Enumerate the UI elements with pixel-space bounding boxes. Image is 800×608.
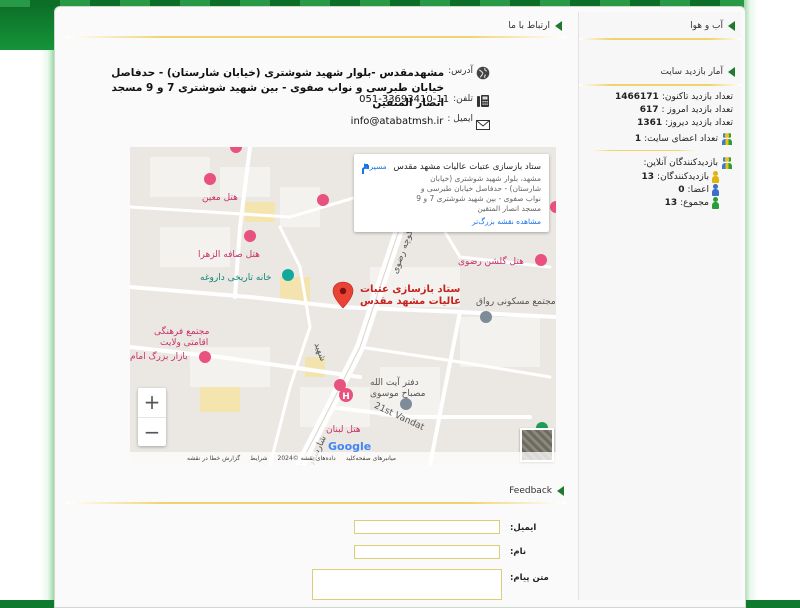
feedback-name-label: نام:: [510, 547, 527, 557]
map-card-title: ستاد بازسازی عتبات عالیات مشهد مقدس: [393, 162, 541, 172]
directions-icon: [362, 164, 369, 174]
feedback-message-label: متن پیام:: [510, 573, 549, 583]
online-row: بازدیدکنندگان آنلاین:: [643, 157, 733, 169]
divider: [66, 502, 566, 504]
email-label: ایمیل :: [447, 114, 473, 124]
today-visits-label: تعداد بازدید امروز :: [661, 105, 733, 115]
chevron-left-icon: [728, 21, 735, 31]
visitor-person-icon: [712, 171, 719, 183]
keyboard-shortcuts-link[interactable]: میانبرهای صفحه‌کلید: [346, 452, 396, 465]
online-visitors-row: بازدیدکنندگان: 13: [642, 171, 719, 183]
member-person-icon: [712, 184, 719, 196]
zoom-in-button[interactable]: +: [138, 388, 166, 417]
today-visits-value: 617: [639, 105, 659, 115]
right-decor-strip: [744, 0, 800, 600]
yesterday-visits-label: تعداد بازدید دیروز:: [665, 118, 733, 128]
svg-text:H: H: [342, 392, 350, 402]
map-label-darughe: خانه تاریخی داروغه: [200, 273, 272, 283]
total-visits-label: تعداد بازدید تاکنون:: [661, 92, 733, 102]
map-label-office-1: دفتر آیت الله: [370, 378, 419, 388]
feedback-header[interactable]: Feedback: [509, 481, 564, 501]
map-label-hotel-safa: هتل صافه الزهرا: [198, 250, 260, 260]
report-error-link[interactable]: گزارش خطا در نقشه: [187, 452, 240, 465]
divider: [579, 38, 741, 40]
feedback-message-input[interactable]: [312, 569, 502, 600]
map-info-card: ستاد بازسازی عتبات عالیات مشهد مقدس مشهد…: [354, 154, 549, 232]
members-label: تعداد اعضای سایت:: [644, 134, 718, 144]
map-attribution: میانبرهای صفحه‌کلید داده‌های نقشه ©2024 …: [130, 452, 556, 465]
zoom-out-button[interactable]: −: [138, 417, 166, 447]
map-label-hotel-moein: هتل معین: [202, 193, 238, 203]
total-person-icon: [712, 197, 719, 209]
yesterday-visits-row: تعداد بازدید دیروز: 1361: [637, 118, 733, 128]
map-label-bazaar: بازار بزرگ امام: [130, 352, 188, 362]
online-members-value: 0: [678, 185, 685, 195]
address-label: آدرس:: [448, 66, 473, 76]
map-label-cultural-2: اقامتی ولایت: [160, 338, 209, 348]
stats-title: آمار بازدید سایت: [660, 67, 723, 77]
group-users-icon: [721, 133, 733, 145]
map-label-hotel-lebanon: هتل لبنان: [326, 425, 361, 435]
contact-header[interactable]: ارتباط با ما: [508, 16, 562, 36]
email-row: ایمیل : info@atabatmsh.ir: [351, 114, 490, 132]
view-larger-map-link[interactable]: مشاهده نقشه بزرگ‌تر: [472, 217, 541, 226]
map-label-office-2: مصباح موسوی: [370, 389, 426, 399]
contact-title: ارتباط با ما: [508, 21, 550, 31]
online-members-label: اعضا:: [687, 185, 709, 195]
phone-row: تلفن: 051-33693410-11: [359, 94, 490, 108]
online-visitors-label: بازدیدکنندگان:: [657, 172, 709, 182]
online-visitors-value: 13: [641, 172, 655, 182]
online-label: بازدیدکنندگان آنلاین:: [643, 158, 718, 168]
online-total-label: مجموع:: [680, 198, 709, 208]
left-decor-strip: [0, 50, 54, 600]
members-value: 1: [634, 134, 642, 144]
today-visits-row: تعداد بازدید امروز : 617: [640, 105, 733, 115]
feedback-title: Feedback: [509, 486, 552, 496]
divider: [589, 150, 699, 151]
feedback-name-input[interactable]: [354, 545, 500, 559]
yesterday-visits-value: 1361: [637, 118, 663, 128]
members-row: تعداد اعضای سایت: 1: [635, 133, 733, 145]
weather-header[interactable]: آب و هوا: [690, 16, 735, 36]
stats-header[interactable]: آمار بازدید سایت: [660, 62, 735, 82]
sidebar: آب و هوا آمار بازدید سایت تعداد بازدید ت…: [578, 12, 741, 600]
pin-label-2: عالیات مشهد مقدس: [360, 296, 461, 307]
map-label-hotel-golshan: هتل گلشن رضوی: [458, 257, 524, 267]
phone-label: تلفن:: [453, 94, 473, 104]
divider: [66, 36, 566, 38]
feedback-email-label: ایمیل:: [510, 523, 537, 533]
map-data-text: داده‌های نقشه ©2024: [277, 455, 336, 462]
online-members-row: اعضا: 0: [678, 184, 719, 196]
online-total-row: مجموع: 13: [665, 197, 719, 209]
chevron-left-icon: [557, 486, 564, 496]
globe-icon: [476, 66, 490, 80]
online-users-icon: [721, 157, 733, 169]
total-visits-value: 1466171: [614, 92, 659, 102]
map-card-address: مشهد، بلوار شهید شوشتری (خیابان شارستان)…: [416, 174, 541, 213]
pin-label-1: ستاد بازسازی عتبات: [360, 284, 461, 295]
email-value[interactable]: info@atabatmsh.ir: [351, 116, 444, 127]
weather-title: آب و هوا: [690, 21, 723, 31]
chevron-left-icon: [555, 21, 562, 31]
phone-value: 051-33693410-11: [359, 94, 450, 105]
google-map[interactable]: H هتل معین هتل صافه الزهرا خانه تاریخی د…: [130, 147, 556, 465]
zoom-controls: + −: [138, 388, 166, 446]
map-label-maskooni: مجتمع مسکونی رواق: [476, 297, 556, 307]
total-visits-row: تعداد بازدید تاکنون: 1466171: [615, 92, 733, 102]
terms-link[interactable]: شرایط: [250, 452, 267, 465]
online-total-value: 13: [664, 198, 678, 208]
feedback-email-input[interactable]: [354, 520, 500, 534]
map-label-cultural-1: مجتمع فرهنگی: [154, 327, 210, 337]
phone-icon: [477, 95, 489, 107]
envelope-icon: [476, 120, 490, 130]
directions-button[interactable]: مسیرها: [360, 162, 390, 174]
chevron-left-icon: [728, 67, 735, 77]
divider: [579, 84, 741, 86]
